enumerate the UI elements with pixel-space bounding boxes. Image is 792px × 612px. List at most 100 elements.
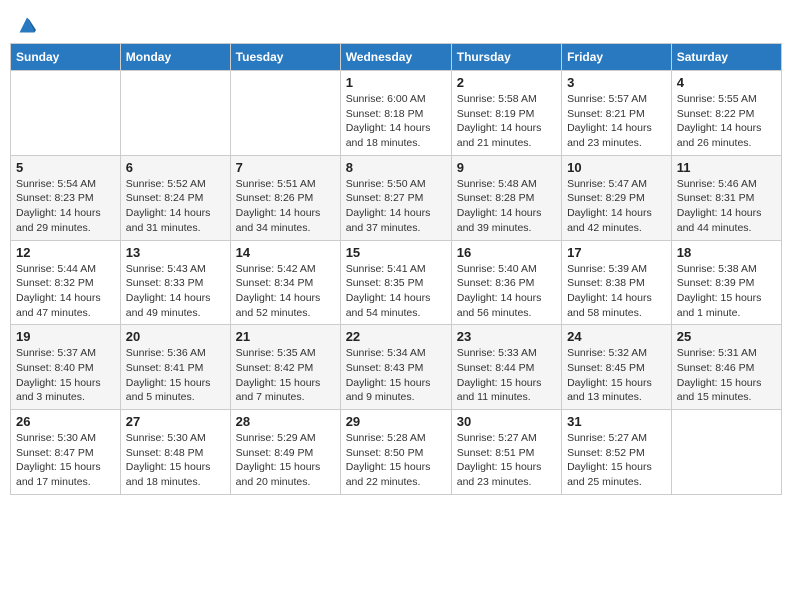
- calendar-cell: 25 Sunrise: 5:31 AM Sunset: 8:46 PM Dayli…: [671, 325, 781, 410]
- calendar-cell: 23 Sunrise: 5:33 AM Sunset: 8:44 PM Dayli…: [451, 325, 561, 410]
- day-number: 13: [126, 245, 225, 260]
- calendar-header-row: SundayMondayTuesdayWednesdayThursdayFrid…: [11, 44, 782, 71]
- header-wednesday: Wednesday: [340, 44, 451, 71]
- day-number: 16: [457, 245, 556, 260]
- day-number: 10: [567, 160, 666, 175]
- header-friday: Friday: [562, 44, 672, 71]
- calendar-cell: 2 Sunrise: 5:58 AM Sunset: 8:19 PM Daylig…: [451, 71, 561, 156]
- day-info: Sunrise: 5:33 AM Sunset: 8:44 PM Dayligh…: [457, 346, 556, 405]
- day-info: Sunrise: 5:37 AM Sunset: 8:40 PM Dayligh…: [16, 346, 115, 405]
- day-info: Sunrise: 5:38 AM Sunset: 8:39 PM Dayligh…: [677, 262, 776, 321]
- calendar-cell: 26 Sunrise: 5:30 AM Sunset: 8:47 PM Dayli…: [11, 410, 121, 495]
- day-number: 30: [457, 414, 556, 429]
- day-info: Sunrise: 5:58 AM Sunset: 8:19 PM Dayligh…: [457, 92, 556, 151]
- calendar-cell: 8 Sunrise: 5:50 AM Sunset: 8:27 PM Daylig…: [340, 155, 451, 240]
- page-header: [10, 10, 782, 35]
- calendar-cell: 4Sunrise: 5:55 AM Sunset: 8:22 PM Daylig…: [671, 71, 781, 156]
- day-number: 27: [126, 414, 225, 429]
- calendar-cell: 13 Sunrise: 5:43 AM Sunset: 8:33 PM Dayli…: [120, 240, 230, 325]
- calendar-week-4: 19 Sunrise: 5:37 AM Sunset: 8:40 PM Dayli…: [11, 325, 782, 410]
- day-number: 11: [677, 160, 776, 175]
- calendar-table: SundayMondayTuesdayWednesdayThursdayFrid…: [10, 43, 782, 495]
- day-info: Sunrise: 5:31 AM Sunset: 8:46 PM Dayligh…: [677, 346, 776, 405]
- day-number: 26: [16, 414, 115, 429]
- day-number: 19: [16, 329, 115, 344]
- day-info: Sunrise: 5:46 AM Sunset: 8:31 PM Dayligh…: [677, 177, 776, 236]
- day-number: 21: [236, 329, 335, 344]
- calendar-cell: 15 Sunrise: 5:41 AM Sunset: 8:35 PM Dayli…: [340, 240, 451, 325]
- calendar-cell: 11 Sunrise: 5:46 AM Sunset: 8:31 PM Dayli…: [671, 155, 781, 240]
- day-number: 3: [567, 75, 666, 90]
- calendar-week-3: 12 Sunrise: 5:44 AM Sunset: 8:32 PM Dayli…: [11, 240, 782, 325]
- calendar-cell: 19 Sunrise: 5:37 AM Sunset: 8:40 PM Dayli…: [11, 325, 121, 410]
- day-number: 28: [236, 414, 335, 429]
- calendar-cell: 18 Sunrise: 5:38 AM Sunset: 8:39 PM Dayli…: [671, 240, 781, 325]
- calendar-cell: 3 Sunrise: 5:57 AM Sunset: 8:21 PM Daylig…: [562, 71, 672, 156]
- day-info: Sunrise: 5:36 AM Sunset: 8:41 PM Dayligh…: [126, 346, 225, 405]
- day-number: 6: [126, 160, 225, 175]
- calendar-cell: 24Sunrise: 5:32 AM Sunset: 8:45 PM Dayli…: [562, 325, 672, 410]
- day-info: Sunrise: 5:54 AM Sunset: 8:23 PM Dayligh…: [16, 177, 115, 236]
- day-number: 1: [346, 75, 446, 90]
- calendar-cell: 5Sunrise: 5:54 AM Sunset: 8:23 PM Daylig…: [11, 155, 121, 240]
- day-number: 22: [346, 329, 446, 344]
- calendar-cell: 22Sunrise: 5:34 AM Sunset: 8:43 PM Dayli…: [340, 325, 451, 410]
- day-number: 12: [16, 245, 115, 260]
- calendar-cell: [11, 71, 121, 156]
- calendar-cell: 16 Sunrise: 5:40 AM Sunset: 8:36 PM Dayli…: [451, 240, 561, 325]
- day-number: 15: [346, 245, 446, 260]
- day-info: Sunrise: 5:42 AM Sunset: 8:34 PM Dayligh…: [236, 262, 335, 321]
- day-number: 8: [346, 160, 446, 175]
- day-info: Sunrise: 5:50 AM Sunset: 8:27 PM Dayligh…: [346, 177, 446, 236]
- day-number: 17: [567, 245, 666, 260]
- calendar-cell: 28 Sunrise: 5:29 AM Sunset: 8:49 PM Dayli…: [230, 410, 340, 495]
- calendar-cell: 17Sunrise: 5:39 AM Sunset: 8:38 PM Dayli…: [562, 240, 672, 325]
- day-info: Sunrise: 6:00 AM Sunset: 8:18 PM Dayligh…: [346, 92, 446, 151]
- day-info: Sunrise: 5:27 AM Sunset: 8:52 PM Dayligh…: [567, 431, 666, 490]
- header-monday: Monday: [120, 44, 230, 71]
- day-number: 20: [126, 329, 225, 344]
- day-info: Sunrise: 5:41 AM Sunset: 8:35 PM Dayligh…: [346, 262, 446, 321]
- calendar-cell: 9Sunrise: 5:48 AM Sunset: 8:28 PM Daylig…: [451, 155, 561, 240]
- header-sunday: Sunday: [11, 44, 121, 71]
- logo-icon: [17, 15, 37, 35]
- calendar-cell: [120, 71, 230, 156]
- day-info: Sunrise: 5:44 AM Sunset: 8:32 PM Dayligh…: [16, 262, 115, 321]
- day-info: Sunrise: 5:32 AM Sunset: 8:45 PM Dayligh…: [567, 346, 666, 405]
- day-info: Sunrise: 5:29 AM Sunset: 8:49 PM Dayligh…: [236, 431, 335, 490]
- day-info: Sunrise: 5:30 AM Sunset: 8:47 PM Dayligh…: [16, 431, 115, 490]
- calendar-cell: 14 Sunrise: 5:42 AM Sunset: 8:34 PM Dayli…: [230, 240, 340, 325]
- day-number: 4: [677, 75, 776, 90]
- day-info: Sunrise: 5:35 AM Sunset: 8:42 PM Dayligh…: [236, 346, 335, 405]
- calendar-cell: 29Sunrise: 5:28 AM Sunset: 8:50 PM Dayli…: [340, 410, 451, 495]
- day-info: Sunrise: 5:51 AM Sunset: 8:26 PM Dayligh…: [236, 177, 335, 236]
- calendar-cell: 1 Sunrise: 6:00 AM Sunset: 8:18 PM Daylig…: [340, 71, 451, 156]
- calendar-cell: 20 Sunrise: 5:36 AM Sunset: 8:41 PM Dayli…: [120, 325, 230, 410]
- day-number: 29: [346, 414, 446, 429]
- calendar-cell: 31Sunrise: 5:27 AM Sunset: 8:52 PM Dayli…: [562, 410, 672, 495]
- logo: [15, 15, 37, 35]
- calendar-cell: 10 Sunrise: 5:47 AM Sunset: 8:29 PM Dayli…: [562, 155, 672, 240]
- header-tuesday: Tuesday: [230, 44, 340, 71]
- calendar-cell: [671, 410, 781, 495]
- day-number: 14: [236, 245, 335, 260]
- day-info: Sunrise: 5:43 AM Sunset: 8:33 PM Dayligh…: [126, 262, 225, 321]
- day-info: Sunrise: 5:52 AM Sunset: 8:24 PM Dayligh…: [126, 177, 225, 236]
- day-number: 23: [457, 329, 556, 344]
- calendar-cell: 21 Sunrise: 5:35 AM Sunset: 8:42 PM Dayli…: [230, 325, 340, 410]
- calendar-week-5: 26 Sunrise: 5:30 AM Sunset: 8:47 PM Dayli…: [11, 410, 782, 495]
- calendar-cell: 27 Sunrise: 5:30 AM Sunset: 8:48 PM Dayli…: [120, 410, 230, 495]
- calendar-cell: 12 Sunrise: 5:44 AM Sunset: 8:32 PM Dayli…: [11, 240, 121, 325]
- day-info: Sunrise: 5:57 AM Sunset: 8:21 PM Dayligh…: [567, 92, 666, 151]
- day-number: 25: [677, 329, 776, 344]
- calendar-cell: 6 Sunrise: 5:52 AM Sunset: 8:24 PM Daylig…: [120, 155, 230, 240]
- header-thursday: Thursday: [451, 44, 561, 71]
- day-info: Sunrise: 5:47 AM Sunset: 8:29 PM Dayligh…: [567, 177, 666, 236]
- day-info: Sunrise: 5:30 AM Sunset: 8:48 PM Dayligh…: [126, 431, 225, 490]
- day-number: 7: [236, 160, 335, 175]
- day-info: Sunrise: 5:40 AM Sunset: 8:36 PM Dayligh…: [457, 262, 556, 321]
- calendar-week-2: 5Sunrise: 5:54 AM Sunset: 8:23 PM Daylig…: [11, 155, 782, 240]
- calendar-cell: [230, 71, 340, 156]
- day-number: 2: [457, 75, 556, 90]
- day-number: 18: [677, 245, 776, 260]
